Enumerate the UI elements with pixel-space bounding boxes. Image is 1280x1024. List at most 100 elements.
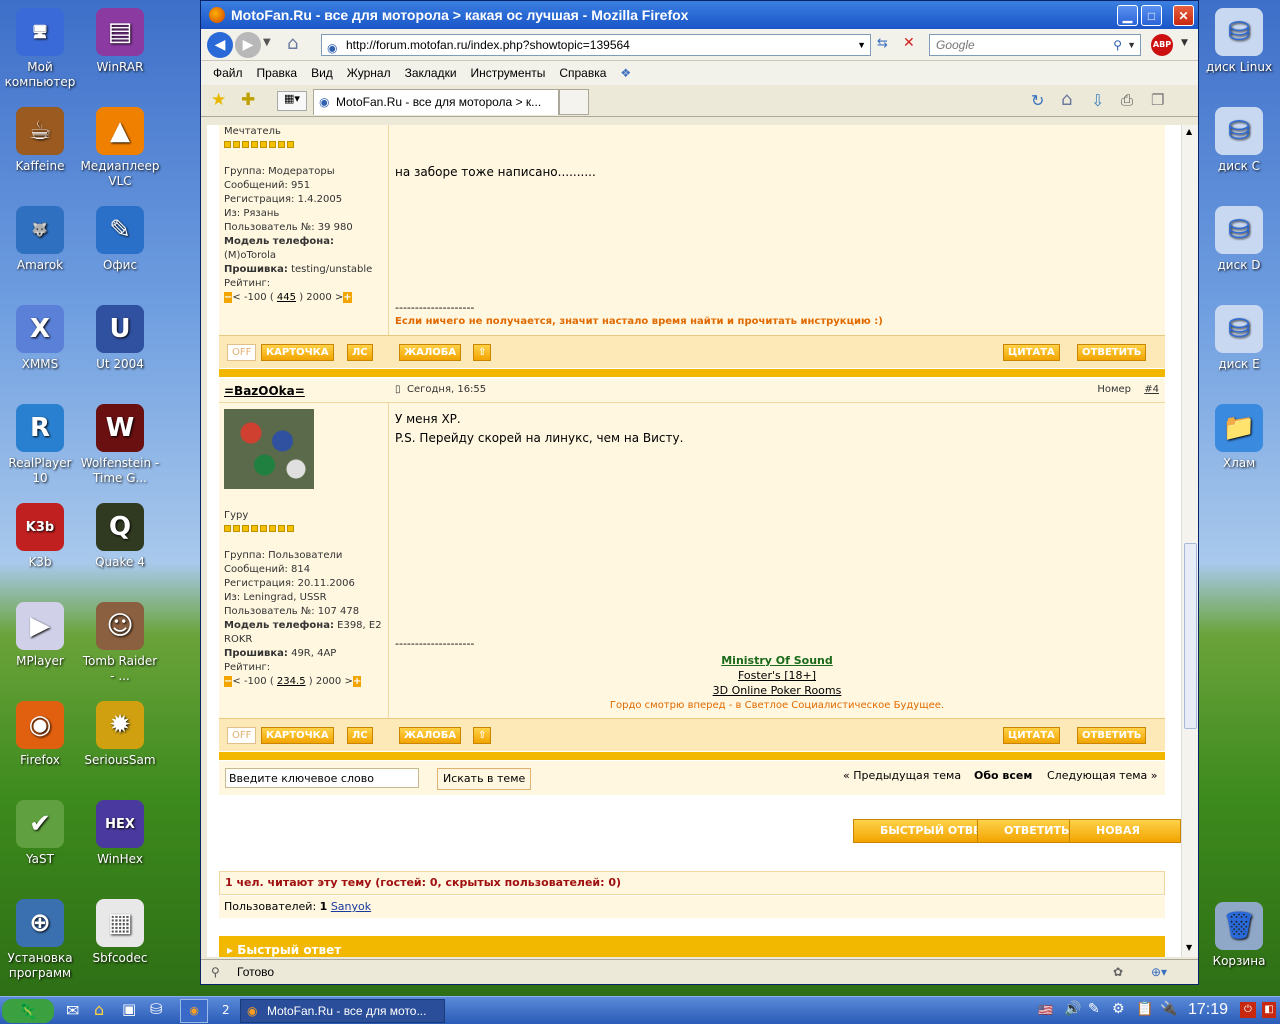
menu-bookmarks[interactable]: Закладки	[405, 66, 457, 80]
post1-card-button[interactable]: КАРТОЧКА	[261, 344, 334, 361]
post1-reply-button[interactable]: ОТВЕТИТЬ	[1077, 344, 1147, 361]
desktop-icon-serioussam[interactable]: ✹ SeriousSam	[80, 701, 160, 768]
post2-up-button[interactable]: ⇧	[473, 727, 492, 744]
url-dropdown-icon[interactable]: ▼	[857, 35, 866, 55]
sig-poker-link[interactable]: 3D Online Poker Rooms	[713, 684, 842, 697]
menu-file[interactable]: Файл	[213, 66, 243, 80]
taskbar-item-firefox[interactable]: ◉ MotoFan.Ru - все для мото...	[240, 999, 445, 1023]
window-titlebar[interactable]: MotoFan.Ru - все для моторола > какая ос…	[201, 1, 1198, 29]
prev-topic-link[interactable]: « Предыдущая тема	[843, 769, 961, 782]
menu-tools[interactable]: Инструменты	[471, 66, 546, 80]
taskbar-clock[interactable]: 17:19	[1188, 1001, 1228, 1019]
post1-off-button[interactable]: OFF	[227, 344, 257, 361]
reader-user-link[interactable]: Sanyok	[331, 900, 371, 913]
vertical-scrollbar[interactable]: ▲ ▼	[1181, 125, 1198, 957]
post2-rating-value[interactable]: 234.5	[277, 676, 306, 687]
post2-number-link[interactable]: #4	[1144, 384, 1159, 395]
stop-icon[interactable]: ✕	[903, 35, 915, 51]
desktop-icon-диск-d[interactable]: ⛁ диск D	[1199, 206, 1279, 273]
print-icon[interactable]: ⎙	[1121, 91, 1133, 109]
sig-ministry-link[interactable]: Ministry Of Sound	[721, 654, 833, 667]
menu-help[interactable]: Справка	[559, 66, 606, 80]
quicklaunch-mail-icon[interactable]: ✉	[66, 1001, 79, 1020]
desktop-icon-yast[interactable]: ✔ YaST	[0, 800, 80, 867]
collapse-icon[interactable]: ▸	[227, 943, 233, 957]
close-button[interactable]: ✕	[1173, 5, 1194, 26]
rating-plus-icon[interactable]: +	[352, 676, 362, 687]
download-icon[interactable]: ⇩	[1091, 91, 1104, 110]
adblock-icon[interactable]: ABP	[1151, 34, 1173, 56]
post2-quote-button[interactable]: ЦИТАТА	[1003, 727, 1060, 744]
desktop-icon-winhex[interactable]: HEX WinHex	[80, 800, 160, 867]
sig-fosters-link[interactable]: Foster's [18+]	[738, 669, 816, 682]
desktop-icon-office[interactable]: ✎ Офис	[80, 206, 160, 273]
forum-about-link[interactable]: Обо всем	[974, 769, 1032, 782]
desktop-icon-sbfcodec[interactable]: ▦ Sbfcodec	[80, 899, 160, 966]
post1-complaint-button[interactable]: ЖАЛОБА	[399, 344, 462, 361]
desktop-icon-xmms[interactable]: X XMMS	[0, 305, 80, 372]
add-bookmark-icon[interactable]: ✚	[241, 90, 255, 110]
post2-pm-button[interactable]: ЛС	[347, 727, 373, 744]
search-engine-dropdown-icon[interactable]: ▼	[1127, 35, 1136, 55]
post1-pm-button[interactable]: ЛС	[347, 344, 373, 361]
quicklaunch-terminal-icon[interactable]: ▣	[122, 1000, 136, 1018]
desktop-icon-хлам[interactable]: 📁 Хлам	[1199, 404, 1279, 471]
desktop-icon-wolfenstein[interactable]: W Wolfenstein - Time G...	[80, 404, 160, 486]
desktop-icon-ut2004[interactable]: U Ut 2004	[80, 305, 160, 372]
virtual-desktop-number[interactable]: 2	[222, 1003, 230, 1017]
post1-up-button[interactable]: ⇧	[473, 344, 492, 361]
url-bar[interactable]: ◉ http://forum.motofan.ru/index.php?show…	[321, 34, 871, 56]
quicklaunch-disk-icon[interactable]: ⛁	[150, 1000, 163, 1018]
quicklaunch-home-icon[interactable]: ⌂	[94, 1000, 104, 1019]
desktop-icon-winrar[interactable]: ▤ WinRAR	[80, 8, 160, 75]
scrollbar-thumb[interactable]	[1184, 543, 1197, 729]
rating-plus-icon[interactable]: +	[343, 292, 352, 303]
tray-logout-icon[interactable]: ◧	[1262, 1002, 1276, 1018]
desktop-icon-amarok[interactable]: 🐺 Amarok	[0, 206, 80, 273]
home-toolbar-icon[interactable]: ⌂	[1061, 89, 1072, 110]
reload-icon[interactable]: ⇆	[877, 36, 888, 51]
desktop-icon-computer[interactable]: 🖥 Мой компьютер	[0, 8, 80, 90]
topic-search-button[interactable]: Искать в теме	[437, 768, 532, 790]
post2-author-link[interactable]: =BazOOka=	[224, 384, 305, 398]
post2-off-button[interactable]: OFF	[227, 727, 257, 744]
adblock-dropdown-icon[interactable]: ▼	[1181, 38, 1188, 48]
history-dropdown-icon[interactable]: ▼	[263, 37, 271, 48]
new-tab-button[interactable]	[559, 89, 589, 115]
post2-reply-button[interactable]: ОТВЕТИТЬ	[1077, 727, 1147, 744]
forward-button[interactable]: ▶	[235, 31, 261, 58]
scroll-down-icon[interactable]: ▼	[1186, 943, 1192, 952]
tab-motofan[interactable]: ◉ MotoFan.Ru - все для моторола > к...	[313, 89, 559, 115]
volume-icon[interactable]: 🔊	[1064, 1001, 1081, 1017]
desktop-icon-корзина[interactable]: 🗑 Корзина	[1199, 902, 1279, 969]
desktop-icon-диск-linux[interactable]: ⛁ диск Linux	[1199, 8, 1279, 75]
desktop-icon-диск-e[interactable]: ⛁ диск E	[1199, 305, 1279, 372]
scroll-up-icon[interactable]: ▲	[1186, 127, 1192, 136]
page-info-icon[interactable]: ❐	[1151, 91, 1164, 109]
back-button[interactable]: ◀	[207, 31, 233, 58]
desktop-icon-tombraider[interactable]: ☺ Tomb Raider - ...	[80, 602, 160, 684]
keyboard-layout-icon[interactable]: 🇺🇸	[1038, 1003, 1053, 1017]
reply-button[interactable]: ОТВЕТИТЬ	[977, 819, 1077, 843]
search-box[interactable]: Google ⚲ ▼	[929, 34, 1141, 56]
minimize-button[interactable]: ▁	[1117, 5, 1138, 26]
fast-reply-header[interactable]: ▸ Быстрый ответ	[219, 936, 1165, 957]
desktop-icon-firefox[interactable]: ◉ Firefox	[0, 701, 80, 768]
status-addon-icon[interactable]: ✿	[1113, 960, 1123, 984]
fast-reply-button[interactable]: БЫСТРЫЙ ОТВЕТ	[853, 819, 996, 843]
post2-card-button[interactable]: КАРТОЧКА	[261, 727, 334, 744]
tab-list-icon[interactable]: ▦▾	[277, 91, 307, 111]
quicklaunch-firefox-icon[interactable]: ◉	[180, 999, 208, 1023]
desktop-icon-vlc[interactable]: ▲ Медиаплеер VLC	[80, 107, 160, 189]
desktop-icon-kaffeine[interactable]: ☕ Kaffeine	[0, 107, 80, 174]
topic-search-input[interactable]	[225, 768, 419, 788]
menu-edit[interactable]: Правка	[257, 66, 298, 80]
next-topic-link[interactable]: Следующая тема »	[1047, 769, 1158, 782]
tray-lock-icon[interactable]: ⏻	[1240, 1002, 1256, 1018]
tray-app1-icon[interactable]: ✎	[1088, 1001, 1100, 1017]
home-icon[interactable]: ⌂	[287, 33, 298, 54]
tray-app2-icon[interactable]: ⚙	[1112, 1001, 1125, 1017]
menu-view[interactable]: Вид	[311, 66, 333, 80]
maximize-button[interactable]: □	[1141, 5, 1162, 26]
post1-rating-value[interactable]: 445	[277, 292, 296, 303]
